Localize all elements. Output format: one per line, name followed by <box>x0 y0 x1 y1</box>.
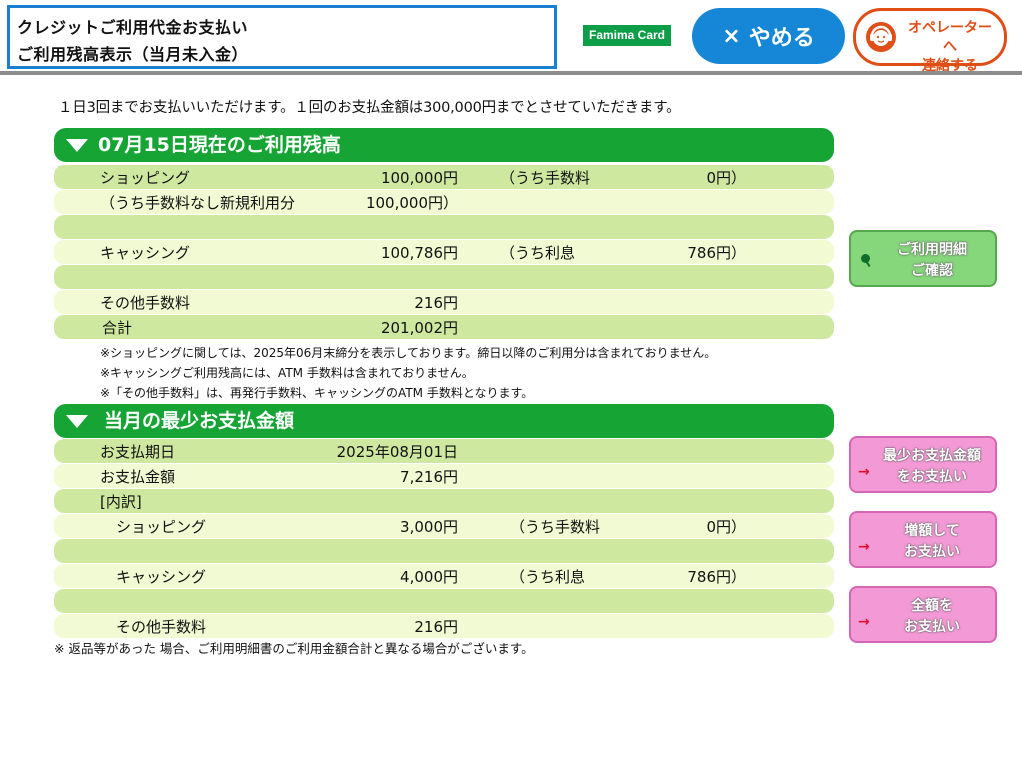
payment-row-amount: お支払金額 7,216円 <box>54 464 834 488</box>
row-amount: 3,000円 <box>400 518 458 536</box>
cancel-label: やめる <box>748 26 815 51</box>
row-label: キャッシング <box>116 568 207 586</box>
row-label: その他手数料 <box>116 618 207 636</box>
row-label: （うち手数料なし新規利用分 <box>100 194 296 212</box>
row-sub-label: （うち手数料 <box>510 518 601 536</box>
balance-note: ※「その他手数料」は、再発行手数料、キャッシングのATM 手数料となります。 <box>100 386 534 400</box>
famima-card-logo: Famima Card <box>583 25 671 46</box>
row-label: お支払金額 <box>100 468 176 486</box>
pay-full-amount-button[interactable]: → 全額を お支払い <box>849 586 997 643</box>
row-amount: 4,000円 <box>400 568 458 586</box>
payment-row-cashing: キャッシング 4,000円 （うち利息 786円） <box>54 564 834 588</box>
row-sub-label: （うち手数料 <box>500 169 591 187</box>
payment-row-blank <box>54 539 834 563</box>
header-divider <box>0 71 1022 75</box>
button-label: 増額して お支払い <box>904 523 960 560</box>
payment-row-breakdown: [内訳] <box>54 489 834 513</box>
close-icon: × <box>722 23 741 49</box>
view-statement-details-button[interactable]: ご利用明細 ご確認 <box>849 230 997 287</box>
balance-row-blank <box>54 265 834 289</box>
section-minimum-payment-header: 当月の最少お支払金額 <box>54 404 834 438</box>
balance-row-cashing: キャッシング 100,786円 （うち利息 786円） <box>54 240 834 264</box>
arrow-right-icon: → <box>858 614 870 630</box>
magnifier-icon <box>861 254 870 263</box>
row-amount: 100,000円） <box>365 194 458 212</box>
payment-row-shopping: ショッピング 3,000円 （うち手数料 0円） <box>54 514 834 538</box>
pay-increased-amount-button[interactable]: → 増額して お支払い <box>849 511 997 568</box>
operator-headset-icon <box>866 22 896 52</box>
row-amount: 216円 <box>414 294 458 312</box>
balance-row-shopping-new: （うち手数料なし新規利用分 100,000円） <box>54 190 834 214</box>
row-sub-amount: 786円） <box>687 568 746 586</box>
row-sub-amount: 0円） <box>706 169 746 187</box>
button-label: ご利用明細 ご確認 <box>897 242 967 279</box>
row-label: その他手数料 <box>100 294 191 312</box>
row-label: お支払期日 <box>100 443 176 461</box>
row-label: ショッピング <box>100 169 191 187</box>
triangle-down-icon <box>66 139 88 152</box>
page-title-line2: ご利用残高表示（当月未入金） <box>17 45 249 64</box>
row-amount: 201,002円 <box>380 319 458 337</box>
payment-row-blank <box>54 589 834 613</box>
row-sub-label: （うち利息 <box>500 244 576 262</box>
row-sub-label: （うち利息 <box>510 568 586 586</box>
button-label: 最少お支払金額 をお支払い <box>883 448 981 485</box>
row-amount: 7,216円 <box>400 468 458 486</box>
row-amount: 100,000円 <box>380 169 458 187</box>
section-current-balance-header: 07月15日現在のご利用残高 <box>54 128 834 162</box>
triangle-down-icon <box>66 415 88 428</box>
row-amount: 100,786円 <box>380 244 458 262</box>
payment-row-due-date: お支払期日 2025年08月01日 <box>54 439 834 463</box>
button-label: 全額を お支払い <box>904 598 960 635</box>
page-title-line1: クレジットご利用代金お支払い <box>17 18 249 37</box>
pay-minimum-amount-button[interactable]: → 最少お支払金額 をお支払い <box>849 436 997 493</box>
payment-row-other-fees: その他手数料 216円 <box>54 614 834 638</box>
balance-row-total: 合計 201,002円 <box>54 315 834 339</box>
balance-note: ※ショッピングに関しては、2025年06月末締分を表示しております。締日以降のご… <box>100 346 717 360</box>
returns-note: ※ 返品等があった 場合、ご利用明細書のご利用金額合計と異なる場合がございます。 <box>54 641 534 656</box>
row-label: 合計 <box>102 319 133 337</box>
row-label: ショッピング <box>116 518 207 536</box>
operator-label: オペレーターへ 連絡する <box>908 20 992 74</box>
payment-limit-notice: １日3回までお支払いいただけます。１回のお支払金額は300,000円までとさせて… <box>58 100 681 116</box>
arrow-right-icon: → <box>858 539 870 555</box>
row-sub-amount: 0円） <box>706 518 746 536</box>
cancel-button[interactable]: × やめる <box>692 8 845 64</box>
row-label: キャッシング <box>100 244 191 262</box>
row-label: [内訳] <box>100 493 142 511</box>
contact-operator-button[interactable]: オペレーターへ 連絡する <box>853 8 1007 74</box>
balance-row-other-fees: その他手数料 216円 <box>54 290 834 314</box>
row-sub-amount: 786円） <box>687 244 746 262</box>
row-amount: 216円 <box>414 618 458 636</box>
page-title-box: クレジットご利用代金お支払い ご利用残高表示（当月未入金） <box>7 5 557 69</box>
row-amount: 2025年08月01日 <box>336 443 458 461</box>
balance-row-blank <box>54 215 834 239</box>
balance-row-shopping: ショッピング 100,000円 （うち手数料 0円） <box>54 165 834 189</box>
balance-note: ※キャッシングご利用残高には、ATM 手数料は含まれておりません。 <box>100 366 474 380</box>
arrow-right-icon: → <box>858 464 870 480</box>
